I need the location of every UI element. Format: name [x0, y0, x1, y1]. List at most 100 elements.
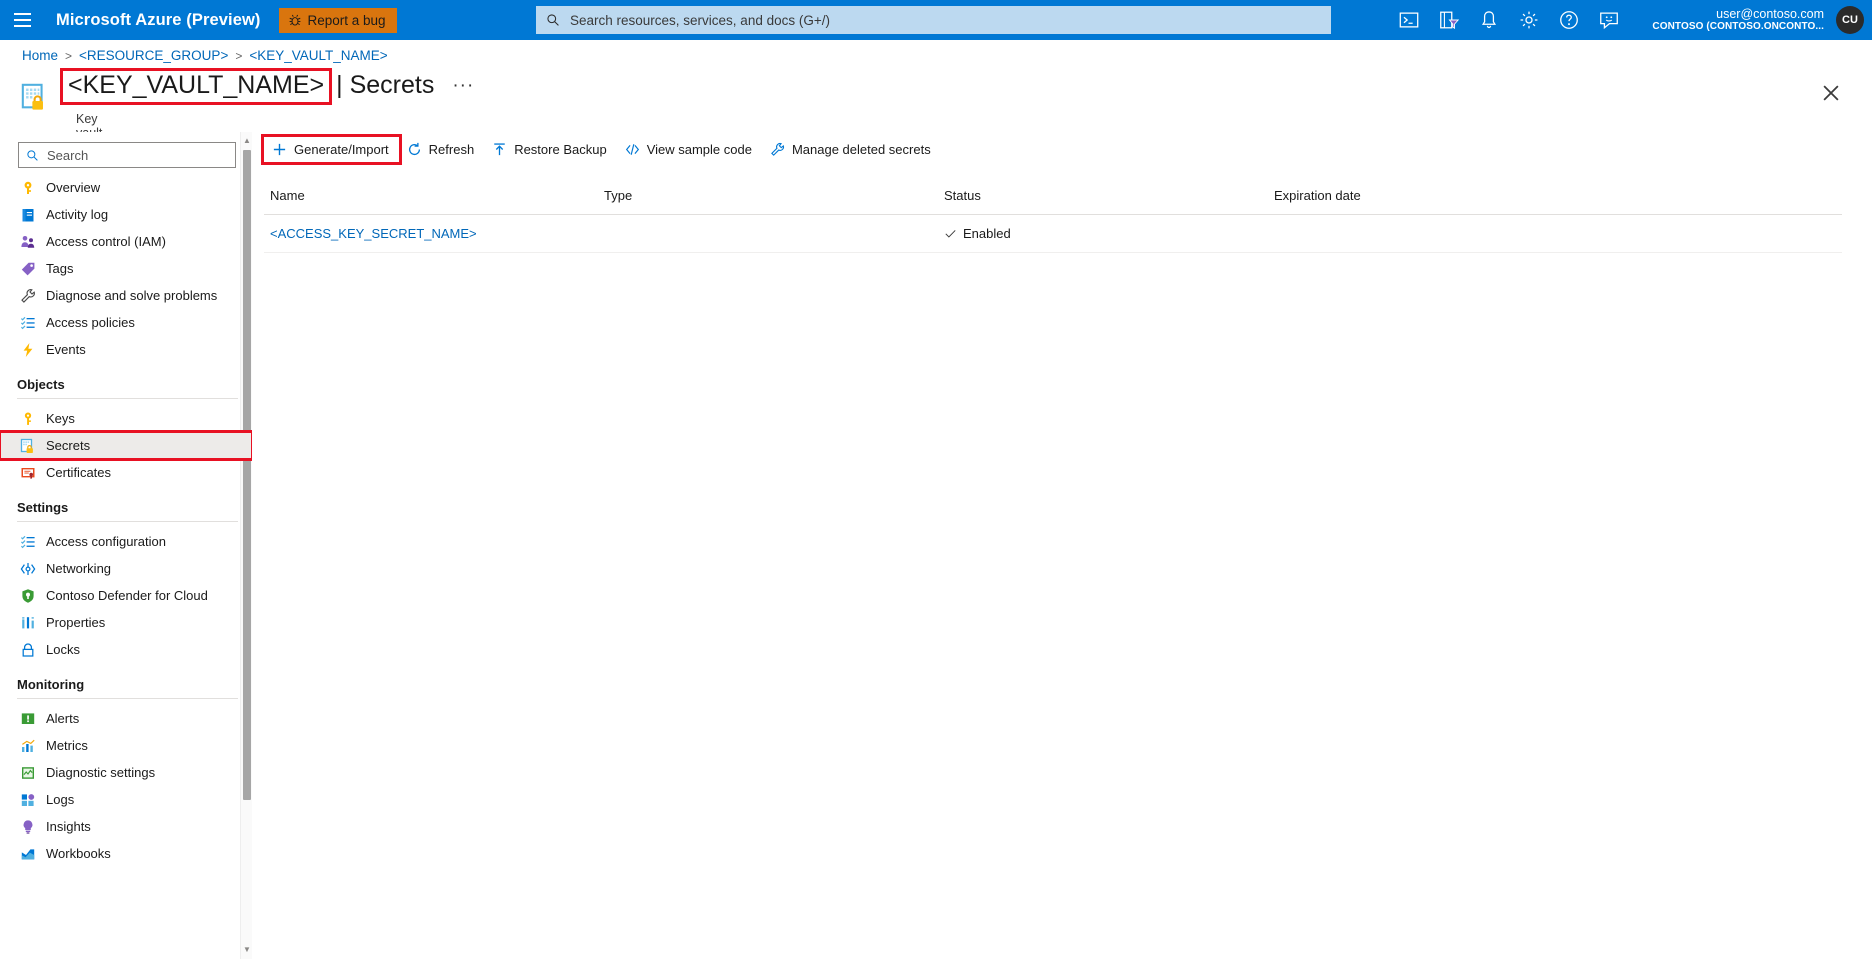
command-toolbar: Generate/Import Refresh Restore Backup — [264, 132, 1872, 166]
global-search-box[interactable] — [536, 6, 1331, 34]
wrench-icon — [19, 287, 36, 304]
manage-deleted-secrets-button[interactable]: Manage deleted secrets — [762, 137, 941, 162]
settings-gear-icon[interactable] — [1518, 9, 1540, 31]
top-bar-icon-group — [1398, 0, 1620, 40]
sidebar-item-locks[interactable]: Locks — [0, 636, 252, 663]
sidebar-item-label: Properties — [46, 615, 105, 630]
sidebar-item-properties[interactable]: Properties — [0, 609, 252, 636]
cell-secret-type — [604, 226, 944, 241]
sidebar-group-objects-title: Objects — [0, 363, 252, 396]
close-icon[interactable] — [1820, 82, 1842, 104]
activity-log-icon — [19, 206, 36, 223]
sidebar-group-settings-title: Settings — [0, 486, 252, 519]
networking-icon — [19, 560, 36, 577]
sidebar-item-networking[interactable]: Networking — [0, 555, 252, 582]
sidebar-item-secrets[interactable]: Secrets — [0, 432, 252, 459]
avatar[interactable]: CU — [1836, 6, 1864, 34]
breadcrumb-item-key-vault[interactable]: <KEY_VAULT_NAME> — [249, 48, 387, 63]
account-organization: CONTOSO (CONTOSO.ONCONTO... — [1652, 21, 1824, 33]
lock-icon — [19, 641, 36, 658]
scroll-down-arrow-icon[interactable]: ▼ — [243, 946, 251, 954]
report-a-bug-button[interactable]: Report a bug — [279, 8, 397, 33]
restore-backup-button[interactable]: Restore Backup — [484, 137, 617, 162]
sidebar-item-keys[interactable]: Keys — [0, 405, 252, 432]
account-info[interactable]: user@contoso.com CONTOSO (CONTOSO.ONCONT… — [1652, 0, 1824, 40]
cell-expiration-date — [1274, 226, 1842, 241]
sidebar-item-logs[interactable]: Logs — [0, 786, 252, 813]
sidebar-search-box[interactable] — [18, 142, 236, 168]
sidebar-item-label: Access configuration — [46, 534, 166, 549]
wrench-icon — [770, 142, 785, 157]
sidebar-item-access-configuration[interactable]: Access configuration — [0, 528, 252, 555]
sidebar-item-activity-log[interactable]: Activity log — [0, 201, 252, 228]
sidebar-item-label: Diagnose and solve problems — [46, 288, 217, 303]
sidebar-nav: Overview Activity log — [0, 174, 252, 867]
feedback-smiley-icon[interactable] — [1598, 9, 1620, 31]
sidebar-item-label: Metrics — [46, 738, 88, 753]
access-config-icon — [19, 533, 36, 550]
overview-key-icon — [19, 179, 36, 196]
sidebar-item-label: Access policies — [46, 315, 135, 330]
main-content: Generate/Import Refresh Restore Backup — [264, 132, 1872, 959]
scroll-up-arrow-icon[interactable]: ▲ — [243, 137, 251, 145]
sidebar-item-alerts[interactable]: Alerts — [0, 705, 252, 732]
sidebar-item-diagnostic-settings[interactable]: Diagnostic settings — [0, 759, 252, 786]
sidebar-item-label: Secrets — [46, 438, 90, 453]
breadcrumb-item-home[interactable]: Home — [22, 48, 58, 63]
view-sample-code-label: View sample code — [647, 142, 752, 157]
column-header-name[interactable]: Name — [264, 188, 604, 203]
global-search-input[interactable] — [568, 12, 1298, 29]
help-question-icon[interactable] — [1558, 9, 1580, 31]
notifications-bell-icon[interactable] — [1478, 9, 1500, 31]
sidebar-search-input[interactable] — [45, 147, 195, 164]
account-email: user@contoso.com — [1716, 7, 1824, 21]
sidebar-item-access-policies[interactable]: Access policies — [0, 309, 252, 336]
column-header-expiration-date[interactable]: Expiration date — [1274, 188, 1842, 203]
column-header-status[interactable]: Status — [944, 188, 1274, 203]
sidebar-item-label: Insights — [46, 819, 91, 834]
cell-secret-status: Enabled — [944, 226, 1274, 241]
restore-backup-label: Restore Backup — [514, 142, 607, 157]
generate-import-label: Generate/Import — [294, 142, 389, 157]
status-badge: Enabled — [963, 226, 1011, 241]
metrics-icon — [19, 737, 36, 754]
sidebar-item-contoso-defender-for-cloud[interactable]: Contoso Defender for Cloud — [0, 582, 252, 609]
sidebar-item-certificates[interactable]: Certificates — [0, 459, 252, 486]
secret-name-link[interactable]: <ACCESS_KEY_SECRET_NAME> — [270, 226, 477, 241]
sidebar-item-diagnose-and-solve-problems[interactable]: Diagnose and solve problems — [0, 282, 252, 309]
page-more-menu-button[interactable]: ··· — [452, 75, 474, 97]
sidebar-item-tags[interactable]: Tags — [0, 255, 252, 282]
sidebar-item-insights[interactable]: Insights — [0, 813, 252, 840]
sidebar-item-label: Alerts — [46, 711, 79, 726]
sidebar-item-events[interactable]: Events — [0, 336, 252, 363]
azure-brand-title[interactable]: Microsoft Azure (Preview) — [56, 11, 261, 30]
resource-menu-sidebar: « Overview Activity log — [0, 132, 252, 959]
cell-secret-name[interactable]: <ACCESS_KEY_SECRET_NAME> — [264, 226, 604, 241]
cloud-shell-icon[interactable] — [1398, 9, 1420, 31]
page-title: <KEY_VAULT_NAME> | Secrets ··· — [60, 68, 474, 105]
generate-import-button[interactable]: Generate/Import — [264, 137, 399, 162]
refresh-icon — [407, 142, 422, 157]
sidebar-item-overview[interactable]: Overview — [0, 174, 252, 201]
sidebar-item-metrics[interactable]: Metrics — [0, 732, 252, 759]
directory-filter-icon[interactable] — [1438, 9, 1460, 31]
view-sample-code-button[interactable]: View sample code — [617, 137, 762, 162]
hamburger-menu-icon[interactable] — [0, 0, 44, 40]
sidebar-scrollbar[interactable]: ▲ ▼ — [240, 132, 252, 959]
sidebar-item-label: Diagnostic settings — [46, 765, 155, 780]
breadcrumb-item-resource-group[interactable]: <RESOURCE_GROUP> — [79, 48, 228, 63]
column-header-type[interactable]: Type — [604, 188, 944, 203]
secret-lock-icon — [19, 437, 36, 454]
table-row[interactable]: <ACCESS_KEY_SECRET_NAME> Enabled — [264, 215, 1842, 253]
sidebar-scrollbar-thumb[interactable] — [243, 150, 251, 800]
sidebar-item-label: Keys — [46, 411, 75, 426]
refresh-button[interactable]: Refresh — [399, 137, 485, 162]
sidebar-item-label: Locks — [46, 642, 80, 657]
sidebar-item-workbooks[interactable]: Workbooks — [0, 840, 252, 867]
divider — [17, 398, 238, 399]
sidebar-item-access-control[interactable]: Access control (IAM) — [0, 228, 252, 255]
tags-icon — [19, 260, 36, 277]
insights-bulb-icon — [19, 818, 36, 835]
divider — [17, 521, 238, 522]
table-header-row: Name Type Status Expiration date — [264, 188, 1842, 215]
